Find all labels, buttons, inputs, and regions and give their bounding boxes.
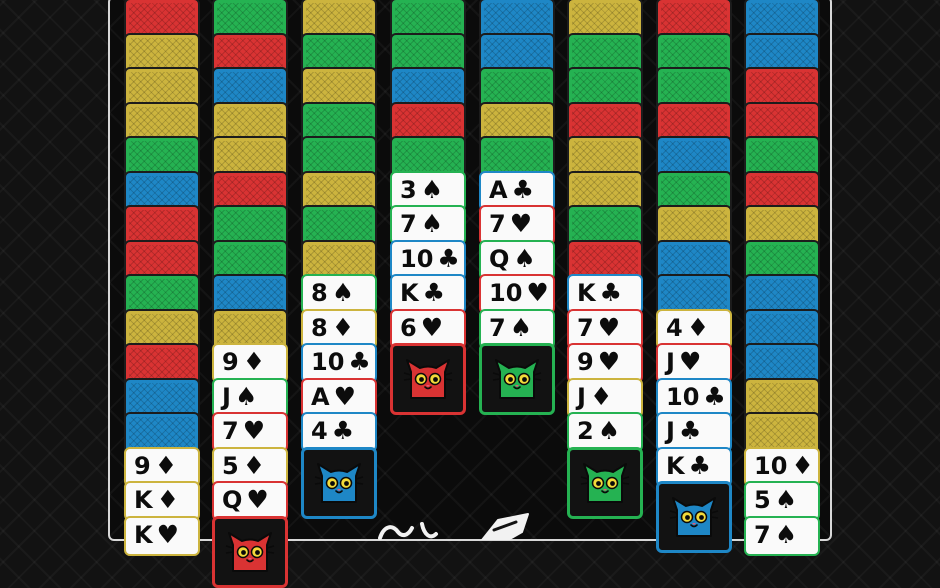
card-rank: J xyxy=(666,348,675,376)
card-rank: 7 xyxy=(577,313,594,342)
card-rank: 7 xyxy=(222,417,239,445)
cat-card[interactable] xyxy=(479,343,555,415)
cat-face-icon xyxy=(490,358,544,400)
card-rank: 5 xyxy=(754,486,771,514)
card-rank: 9 xyxy=(134,451,151,480)
card-rank: 6 xyxy=(400,313,417,342)
tableau-column: 9 ♦ K ♦ K ♥ xyxy=(124,0,200,556)
card-rank: 3 xyxy=(400,175,417,204)
suit-icon: ♣ xyxy=(703,381,726,411)
suit-icon: ♠ xyxy=(420,174,444,204)
cat-card[interactable] xyxy=(567,446,643,519)
tableau-column: 3 ♠ 7 ♠ 10 ♣ K ♣ 6 ♥ xyxy=(390,0,466,538)
suit-icon: ♦ xyxy=(589,381,613,411)
suit-icon: ♠ xyxy=(331,278,355,307)
suit-icon: ♥ xyxy=(678,347,702,376)
suit-icon: ♠ xyxy=(234,381,258,411)
card-rank: J xyxy=(222,382,231,411)
card-rank: 7 xyxy=(489,313,506,342)
suit-icon: ♣ xyxy=(348,347,371,376)
card-rank: 7 xyxy=(489,210,506,238)
card-rank: 8 xyxy=(311,279,328,307)
suit-icon: ♣ xyxy=(331,416,355,445)
card-rank: 10 xyxy=(311,348,345,376)
cat-face-icon xyxy=(312,462,366,504)
cat-card[interactable] xyxy=(301,446,377,519)
playing-card[interactable]: 7 ♠ xyxy=(744,515,820,556)
suit-icon: ♠ xyxy=(774,485,798,514)
cat-face-icon xyxy=(223,531,277,573)
suit-icon: ♣ xyxy=(688,450,712,480)
suit-icon: ♥ xyxy=(597,312,621,342)
card-rank: Q xyxy=(222,486,243,514)
card-rank: 10 xyxy=(400,244,434,273)
card-rank: 4 xyxy=(666,313,683,342)
suit-icon: ♥ xyxy=(597,347,621,376)
card-rank: 10 xyxy=(489,279,523,307)
suit-icon: ♦ xyxy=(791,450,814,480)
tableau-column: A ♣ 7 ♥ Q ♠ 10 ♥ 7 ♠ xyxy=(479,0,555,538)
cat-face-icon xyxy=(401,358,455,400)
card-rank: Q xyxy=(489,244,510,273)
card-rank: 10 xyxy=(666,382,700,411)
card-rank: A xyxy=(311,382,330,411)
suit-icon: ♠ xyxy=(513,243,536,273)
playing-card[interactable]: K ♥ xyxy=(124,515,200,556)
card-rank: K xyxy=(666,451,685,480)
suit-icon: ♠ xyxy=(774,519,798,549)
card-rank: 7 xyxy=(400,210,417,238)
tableau-column: 4 ♦ J ♥ 10 ♣ J ♣ K ♣ xyxy=(656,0,732,553)
card-rank: 7 xyxy=(754,520,771,549)
tableau-column: K ♣ 7 ♥ 9 ♥ J ♦ 2 ♠ xyxy=(567,0,643,538)
card-rank: K xyxy=(134,486,153,514)
card-rank: 10 xyxy=(754,451,788,480)
card-rank: 2 xyxy=(577,417,594,445)
card-rank: K xyxy=(134,520,153,549)
card-rank: A xyxy=(489,175,508,204)
suit-icon: ♥ xyxy=(509,209,533,238)
suit-icon: ♠ xyxy=(597,416,621,445)
suit-icon: ♥ xyxy=(333,381,356,411)
suit-icon: ♦ xyxy=(242,450,266,480)
suit-icon: ♥ xyxy=(420,312,444,342)
cat-card[interactable] xyxy=(390,343,466,415)
tableau-column: 9 ♦ J ♠ 7 ♥ 5 ♦ Q ♥ xyxy=(212,0,288,588)
suit-icon: ♣ xyxy=(678,416,702,445)
suit-icon: ♣ xyxy=(599,278,623,307)
tableau-column: 10 ♦ 5 ♠ 7 ♠ xyxy=(744,0,820,556)
game-logo xyxy=(378,513,529,540)
card-rank: 4 xyxy=(311,417,328,445)
suit-icon: ♥ xyxy=(526,278,549,307)
card-rank: J xyxy=(666,417,675,445)
suit-icon: ♠ xyxy=(509,312,533,342)
suit-icon: ♣ xyxy=(437,243,460,273)
card-rank: K xyxy=(577,279,596,307)
card-rank: 8 xyxy=(311,313,328,342)
suit-icon: ♠ xyxy=(420,209,444,238)
suit-icon: ♦ xyxy=(154,450,178,480)
card-rank: 9 xyxy=(577,348,594,376)
card-rank: J xyxy=(577,382,586,411)
suit-icon: ♦ xyxy=(156,485,180,514)
suit-icon: ♦ xyxy=(242,347,266,376)
game-board: 9 ♦ K ♦ K ♥ 9 ♦ J ♠ 7 ♥ 5 ♦ Q ♥ 8 ♠ 8 ♦ 10 ♣ A ♥ 4 ♣ 3 ♠ 7 ♠ 10 ♣ K ♣ 6 ♥ A ♣… xyxy=(108,0,832,588)
cat-face-icon xyxy=(578,462,632,504)
card-rank: 9 xyxy=(222,348,239,376)
cat-card[interactable] xyxy=(212,515,288,588)
suit-icon: ♣ xyxy=(422,278,446,307)
suit-icon: ♦ xyxy=(686,312,710,342)
cat-card[interactable] xyxy=(656,481,732,553)
card-rank: 5 xyxy=(222,451,239,480)
card-rank: K xyxy=(400,279,419,307)
tableau-column: 8 ♠ 8 ♦ 10 ♣ A ♥ 4 ♣ xyxy=(301,0,377,538)
suit-icon: ♣ xyxy=(511,174,534,204)
suit-icon: ♦ xyxy=(331,312,355,342)
cat-face-icon xyxy=(667,496,721,538)
suit-icon: ♥ xyxy=(242,416,266,445)
suit-icon: ♥ xyxy=(156,519,180,549)
suit-icon: ♥ xyxy=(246,485,269,514)
